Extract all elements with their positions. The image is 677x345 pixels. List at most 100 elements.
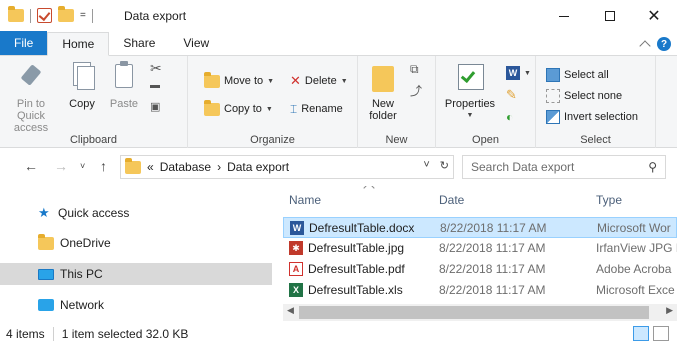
file-name-cell: ✱ DefresultTable.jpg [289,241,404,255]
open-with-button[interactable]: W ▼ [506,64,531,82]
nav-item-network[interactable]: Network [0,294,272,316]
chevron-down-icon: ▼ [265,105,273,113]
column-header-name[interactable]: Name [289,186,439,214]
help-icon[interactable]: ? [657,37,671,51]
new-folder-qat-icon[interactable] [58,6,74,22]
chevron-down-icon: ▼ [466,112,474,119]
easy-access-icon[interactable]: ⤴ [410,82,422,99]
paste-button[interactable]: Paste [102,60,146,110]
pin-to-quick-access-button[interactable]: Pin to Quick access [0,60,62,134]
nav-item-this-pc[interactable]: This PC [0,263,272,285]
delete-label: Delete [304,75,337,87]
minimize-button[interactable] [541,0,587,32]
address-bar[interactable]: « Database › Data export ˅ ↻ [120,155,454,179]
new-item-icon[interactable]: ⧉ [410,62,419,77]
scrollbar-thumb[interactable] [299,306,649,319]
forward-arrow-icon[interactable]: → [54,158,68,174]
delete-button[interactable]: ✕ Delete ▼ [290,72,348,90]
file-name-cell: A DefresultTable.pdf [289,262,405,276]
search-input[interactable]: Search Data export [471,160,574,174]
clipboard-group: Pin to Quick access Copy Paste ✂ ▬ ▣ Cli… [0,56,188,148]
close-button[interactable]: ✕ [631,0,677,32]
navigation-pane: ★ Quick access OneDrive This PC Network [0,186,272,320]
collapse-ribbon-icon[interactable] [639,40,651,52]
file-type: IrfanView JPG I [596,241,677,255]
window-title: Data export [124,9,187,23]
select-group-label: Select [580,134,611,146]
details-view-icon[interactable] [633,326,649,341]
select-all-button[interactable]: Select all [546,66,609,84]
new-folder-button[interactable]: New folder [360,60,406,122]
edit-button[interactable]: ✎ [506,86,517,104]
up-arrow-icon[interactable]: ↑ [100,158,107,174]
sort-ascending-icon [363,186,375,194]
copy-to-label: Copy to [224,103,262,115]
file-type: Microsoft Exce [596,283,675,297]
paste-shortcut-icon[interactable]: ▣ [150,100,160,113]
history-button[interactable]: ◐ [506,108,513,126]
address-dropdown-icon[interactable]: ˅ [423,159,429,172]
file-date: 8/22/2018 11:17 AM [439,241,546,255]
move-to-button[interactable]: Move to ▼ [204,71,274,90]
table-row[interactable]: A DefresultTable.pdf 8/22/2018 11:17 AM … [283,259,677,280]
rename-button[interactable]: ⌶ Rename [290,100,343,118]
network-icon [38,299,54,311]
breadcrumb-data-export[interactable]: Data export [227,160,289,174]
file-name: DefresultTable.jpg [308,241,405,255]
properties-icon [455,60,485,94]
nav-item-onedrive[interactable]: OneDrive [0,232,272,254]
computer-icon [38,268,54,280]
history-icon: ◐ [506,110,514,124]
search-box[interactable]: Search Data export ⚲ [462,155,666,179]
status-bar: 4 items 1 item selected 32.0 KB [0,322,677,345]
tab-share[interactable]: Share [109,31,169,55]
file-type: Adobe Acroba [596,262,672,276]
file-name: DefresultTable.pdf [308,262,405,276]
open-group-label: Open [472,134,499,146]
select-none-button[interactable]: Select none [546,87,622,105]
properties-label: Properties [444,98,496,110]
pin-label: Pin to Quick access [13,98,49,134]
select-all-label: Select all [564,69,609,81]
navigation-bar: ← → ˅ ↑ « Database › Data export ˅ ↻ Sea… [0,151,677,183]
breadcrumb-database[interactable]: Database [160,160,211,174]
qat-dropdown-icon[interactable]: = [80,10,86,21]
tab-file[interactable]: File [0,31,48,55]
properties-button[interactable]: Properties ▼ [440,60,500,122]
move-to-icon [204,71,220,88]
file-type: Microsoft Wor [597,221,671,235]
minimize-icon [559,15,569,17]
properties-check-icon[interactable] [37,8,52,23]
table-row[interactable]: W DefresultTable.docx 8/22/2018 11:17 AM… [283,217,677,238]
column-header-date[interactable]: Date [439,186,595,214]
divider [91,8,93,23]
refresh-icon[interactable]: ↻ [440,159,449,172]
maximize-button[interactable] [587,0,633,32]
copy-label: Copy [69,98,95,110]
horizontal-scrollbar[interactable]: ◀ ▶ [283,304,677,321]
breadcrumb-overflow[interactable]: « [147,160,154,174]
copy-path-icon[interactable]: ▬ [150,80,160,91]
tab-home[interactable]: Home [47,32,110,56]
back-arrow-icon[interactable]: ← [24,158,38,174]
table-row[interactable]: ✱ DefresultTable.jpg 8/22/2018 11:17 AM … [283,238,677,259]
move-to-label: Move to [224,75,264,87]
table-row[interactable]: X DefresultTable.xls 8/22/2018 11:17 AM … [283,280,677,301]
column-header-type[interactable]: Type [596,186,676,214]
nav-item-label: Quick access [58,206,130,220]
recent-locations-icon[interactable]: ˅ [80,161,85,171]
tab-view[interactable]: View [169,31,223,55]
copy-to-button[interactable]: Copy to ▼ [204,99,273,118]
open-group: Properties ▼ W ▼ ✎ ◐ Open [436,56,536,148]
scroll-left-icon[interactable]: ◀ [287,305,294,316]
large-icons-view-icon[interactable] [653,326,669,341]
scroll-right-icon[interactable]: ▶ [666,305,673,316]
copy-button[interactable]: Copy [62,60,102,110]
cut-icon[interactable]: ✂ [150,60,162,77]
invert-selection-button[interactable]: Invert selection [546,108,638,126]
file-name-cell: X DefresultTable.xls [289,283,403,297]
file-date: 8/22/2018 11:17 AM [440,221,547,235]
folder-icon [38,233,54,250]
breadcrumb-separator[interactable]: › [217,160,221,174]
nav-item-quick-access[interactable]: ★ Quick access [0,202,272,224]
